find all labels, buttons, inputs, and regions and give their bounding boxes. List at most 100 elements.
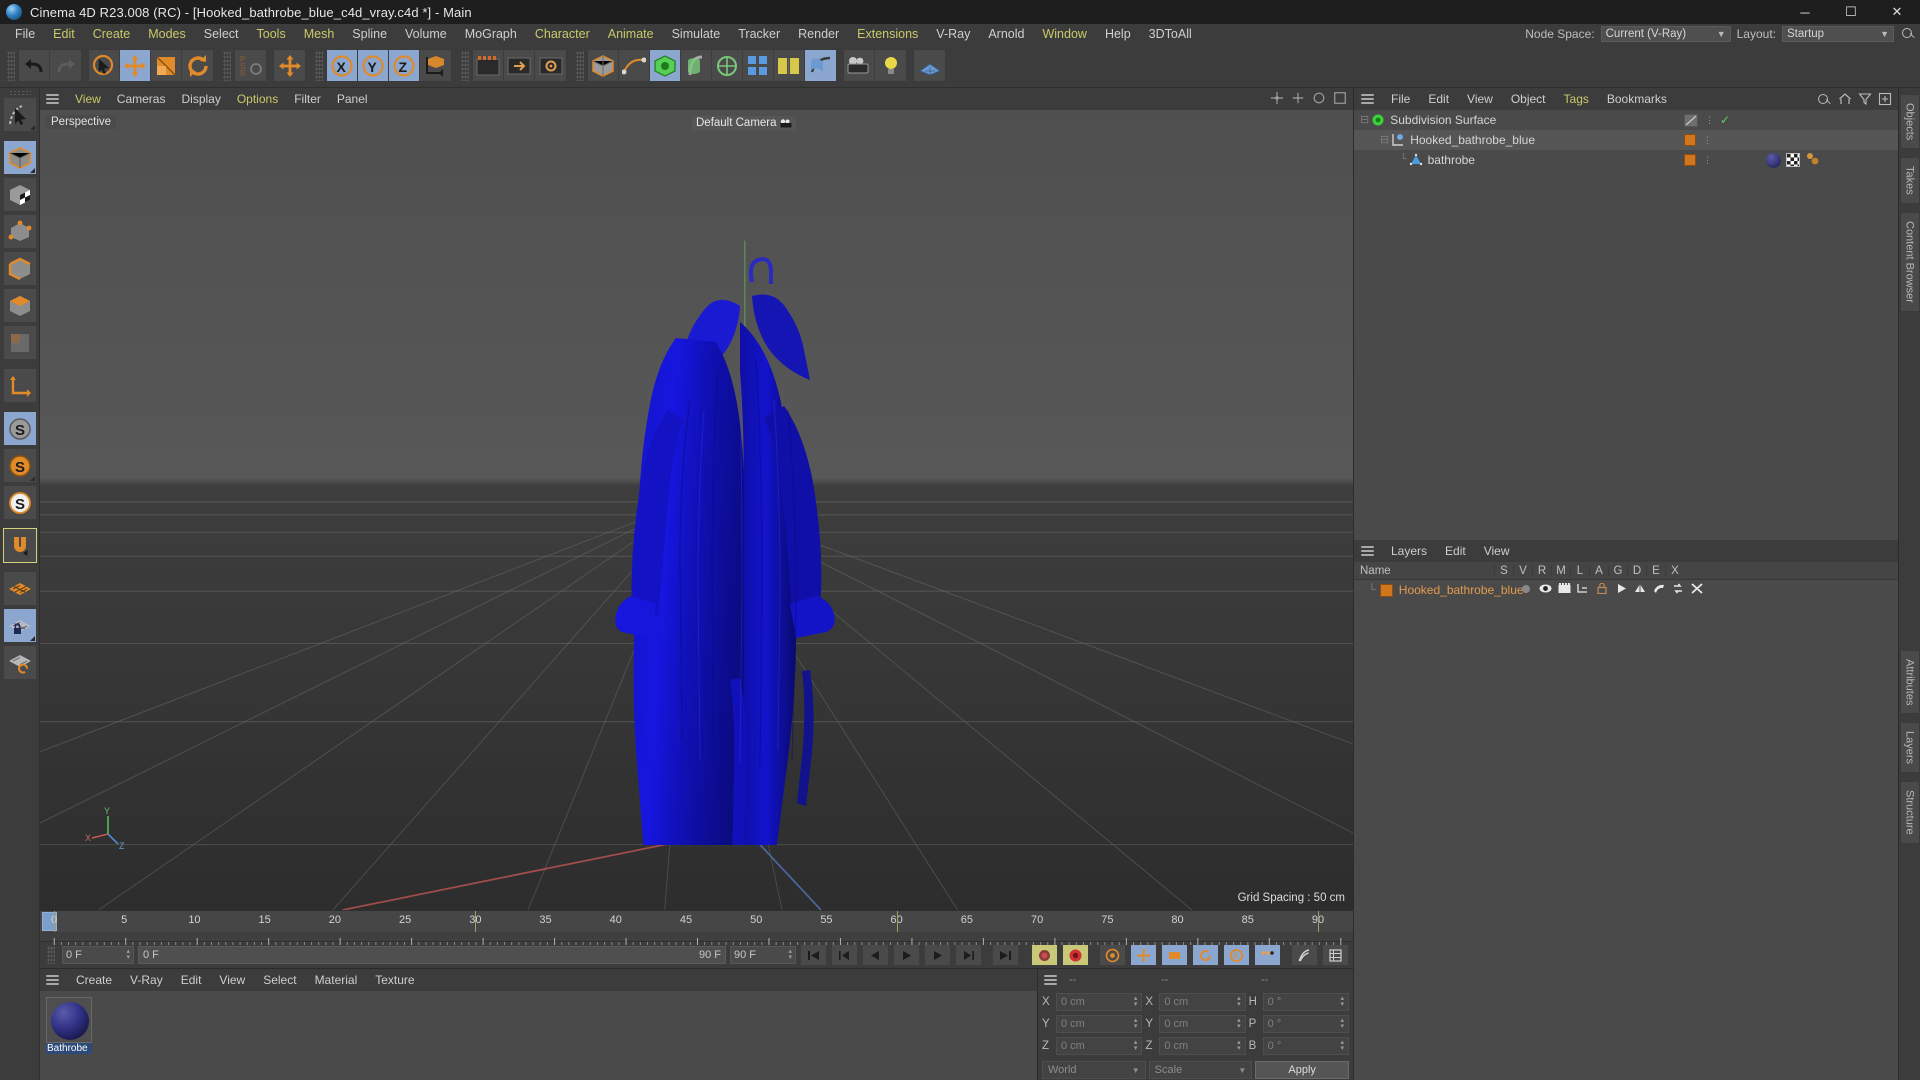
- position-field[interactable]: 0 cm ▴ ▾: [1056, 993, 1143, 1011]
- texture-mode-button[interactable]: [2, 177, 37, 212]
- menu-mesh[interactable]: Mesh: [295, 24, 344, 44]
- keyframe-selection-button[interactable]: [1099, 944, 1126, 966]
- y-axis-lock-button[interactable]: Y: [358, 50, 389, 81]
- material-menu-select[interactable]: Select: [254, 970, 305, 990]
- layer-manager-toggle[interactable]: [1574, 583, 1593, 597]
- vertical-tab-layers[interactable]: Layers: [1899, 722, 1920, 774]
- floor-button[interactable]: [914, 50, 945, 81]
- size-field[interactable]: 0 cm ▴ ▾: [1159, 1037, 1246, 1055]
- visibility-dots-icon[interactable]: ⋮: [1703, 136, 1712, 145]
- light-button[interactable]: [875, 50, 906, 81]
- phong-tag-icon[interactable]: [1805, 152, 1820, 168]
- render-view-button[interactable]: [473, 50, 504, 81]
- polygon-mode-button[interactable]: [2, 288, 37, 323]
- texture-tag-icon[interactable]: [1786, 153, 1800, 167]
- edge-mode-button[interactable]: [2, 251, 37, 286]
- search-icon[interactable]: [1816, 92, 1832, 108]
- layer-lock-toggle[interactable]: [1593, 582, 1612, 597]
- render-region-button[interactable]: [504, 50, 535, 81]
- timeline-ruler[interactable]: 051015202530354045505560657075808590: [40, 910, 1353, 932]
- material-menu-texture[interactable]: Texture: [366, 970, 423, 990]
- maximize-button[interactable]: ☐: [1828, 0, 1874, 24]
- layer-deformer-toggle[interactable]: [1650, 583, 1669, 597]
- stepper-icon[interactable]: ▴ ▾: [1332, 1039, 1344, 1052]
- spline-pen-button[interactable]: [619, 50, 650, 81]
- toolbar-grip[interactable]: [576, 50, 584, 81]
- menu-help[interactable]: Help: [1096, 24, 1140, 44]
- palette-grip[interactable]: [8, 90, 31, 97]
- toolbar-grip[interactable]: [7, 50, 15, 81]
- layout-dropdown[interactable]: Startup ▼: [1782, 26, 1894, 42]
- menu-spline[interactable]: Spline: [343, 24, 396, 44]
- workplane-grid-button[interactable]: [2, 571, 37, 606]
- visibility-dots-icon[interactable]: [1684, 113, 1698, 127]
- menu-modes[interactable]: Modes: [139, 24, 195, 44]
- zoom-view-icon[interactable]: [1291, 91, 1305, 105]
- layer-col-R[interactable]: R: [1532, 564, 1551, 577]
- toolbar-grip[interactable]: [223, 50, 231, 81]
- layer-manager-hamburger-icon[interactable]: [1361, 546, 1374, 556]
- menu-window[interactable]: Window: [1033, 24, 1095, 44]
- rotation-field[interactable]: 0 ° ▴ ▾: [1262, 993, 1349, 1011]
- material-item[interactable]: Bathrobe: [46, 997, 92, 1054]
- minimize-button[interactable]: ─: [1782, 0, 1828, 24]
- object-menu-edit[interactable]: Edit: [1419, 89, 1458, 109]
- viewport-hamburger-icon[interactable]: [46, 94, 59, 104]
- layer-col-M[interactable]: M: [1551, 564, 1570, 577]
- step-back-button[interactable]: [862, 944, 889, 966]
- uv-mode-button[interactable]: [2, 325, 37, 360]
- position-key-button[interactable]: [1130, 944, 1157, 966]
- add-panel-icon[interactable]: [1878, 92, 1892, 106]
- subdivision-surface-button[interactable]: [650, 50, 681, 81]
- stepper-icon[interactable]: ▴ ▾: [780, 948, 792, 961]
- effector-button[interactable]: [712, 50, 743, 81]
- stepper-icon[interactable]: ▴ ▾: [1332, 995, 1344, 1008]
- mograph-button[interactable]: [743, 50, 774, 81]
- menu-tools[interactable]: Tools: [248, 24, 295, 44]
- layer-col-G[interactable]: G: [1608, 564, 1627, 577]
- redo-button[interactable]: [50, 50, 81, 81]
- expand-collapse-toggle[interactable]: └: [1400, 154, 1407, 166]
- menu-simulate[interactable]: Simulate: [663, 24, 730, 44]
- viewport-menu-view[interactable]: View: [67, 89, 109, 109]
- menu-animate[interactable]: Animate: [599, 24, 663, 44]
- menu-edit[interactable]: Edit: [44, 24, 84, 44]
- rotate-view-icon[interactable]: [1312, 91, 1326, 105]
- vertical-tab-attributes[interactable]: Attributes: [1899, 649, 1920, 715]
- object-menu-view[interactable]: View: [1458, 89, 1502, 109]
- menu-3dtoall[interactable]: 3DToAll: [1140, 24, 1201, 44]
- material-menu-v-ray[interactable]: V-Ray: [121, 970, 172, 990]
- material-tag-icon[interactable]: [1766, 152, 1781, 168]
- layer-col-X[interactable]: X: [1665, 564, 1684, 577]
- select-tool-button[interactable]: [89, 50, 120, 81]
- stepper-icon[interactable]: ▴ ▾: [118, 948, 130, 961]
- camera-button[interactable]: [844, 50, 875, 81]
- stepper-icon[interactable]: ▴ ▾: [1229, 995, 1241, 1008]
- vertical-tab-takes[interactable]: Takes: [1899, 157, 1920, 205]
- pan-view-icon[interactable]: [1270, 91, 1284, 105]
- vertical-tab-objects[interactable]: Objects: [1899, 94, 1920, 150]
- x-axis-lock-button[interactable]: X: [327, 50, 358, 81]
- object-manager-hamburger-icon[interactable]: [1361, 94, 1374, 104]
- position-field[interactable]: 0 cm ▴ ▾: [1056, 1015, 1143, 1033]
- render-settings-button[interactable]: [535, 50, 566, 81]
- camera-label-badge[interactable]: Default Camera: [692, 116, 796, 130]
- layer-col-A[interactable]: A: [1589, 564, 1608, 577]
- point-mode-button[interactable]: [2, 214, 37, 249]
- expand-collapse-toggle[interactable]: ⊟: [1360, 113, 1369, 127]
- stepper-icon[interactable]: ▴ ▾: [1332, 1017, 1344, 1030]
- axis-mode-button[interactable]: [2, 368, 37, 403]
- visibility-dots-icon[interactable]: ⋮: [1703, 156, 1712, 165]
- node-space-dropdown[interactable]: Current (V-Ray) ▼: [1600, 26, 1731, 42]
- sound-button[interactable]: [1291, 944, 1318, 966]
- current-frame-field[interactable]: 0 F ▴ ▾: [62, 946, 134, 964]
- apply-button[interactable]: Apply: [1255, 1061, 1350, 1079]
- viewport-menu-cameras[interactable]: Cameras: [109, 89, 174, 109]
- max-frame-field[interactable]: 90 F ▴ ▾: [730, 946, 796, 964]
- material-menu-material[interactable]: Material: [306, 970, 367, 990]
- stepper-icon[interactable]: ▴ ▾: [1229, 1017, 1241, 1030]
- stepper-icon[interactable]: ▴ ▾: [1126, 1017, 1138, 1030]
- viewport-menu-options[interactable]: Options: [229, 89, 286, 109]
- psr-button[interactable]: PSR: [235, 50, 266, 81]
- menu-extensions[interactable]: Extensions: [848, 24, 927, 44]
